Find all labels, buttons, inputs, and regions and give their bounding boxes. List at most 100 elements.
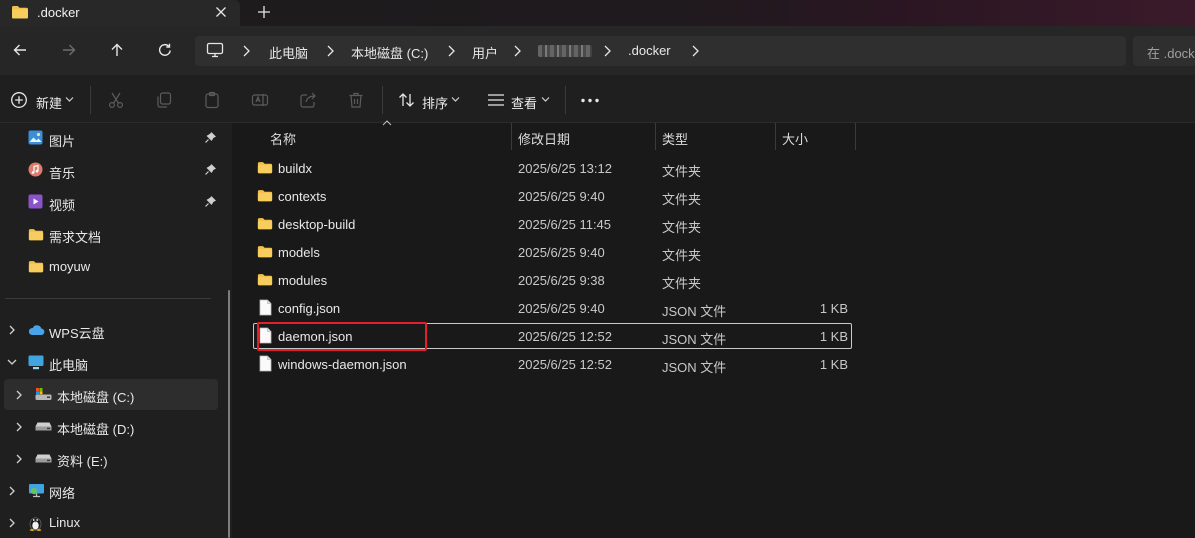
forward-button[interactable] [55,36,83,64]
search-placeholder: 在 .dock [1147,46,1195,61]
toolbar-divider [565,86,566,114]
music-icon [28,162,43,177]
chevron-right-icon[interactable] [7,517,17,529]
sidebar-item-requirements-docs[interactable]: 需求文档 [49,227,101,246]
folder-icon [11,5,29,19]
arrow-up-icon [109,42,125,58]
sidebar-item-data-e[interactable]: 资料 (E:) [57,451,108,470]
file-date: 2025/6/25 11:45 [518,217,612,232]
more-options-icon[interactable] [580,98,600,103]
pin-icon[interactable] [204,196,216,208]
column-header-type[interactable]: 类型 [662,129,688,148]
rename-icon[interactable] [251,91,269,109]
sidebar-item-linux[interactable]: Linux [49,515,80,530]
file-date: 2025/6/25 12:52 [518,329,612,344]
arrow-right-icon [61,42,77,58]
sidebar-item-local-disk-c[interactable]: 本地磁盘 (C:) [57,387,134,406]
new-tab-icon[interactable] [256,4,272,20]
column-header-modified[interactable]: 修改日期 [518,129,570,148]
column-divider[interactable] [775,123,776,150]
tab-docker[interactable] [0,0,240,26]
view-list-icon [487,93,505,107]
column-header-name[interactable]: 名称 [270,129,296,148]
copy-icon[interactable] [155,91,173,109]
sidebar-item-pictures[interactable]: 图片 [49,131,75,150]
breadcrumb-username-redacted[interactable] [538,45,592,57]
chevron-right-icon[interactable] [445,44,457,58]
column-header-size[interactable]: 大小 [782,129,808,148]
file-name[interactable]: buildx [278,161,312,176]
chevron-down-icon[interactable] [541,96,550,103]
view-button[interactable]: 查看 [511,93,537,112]
pin-icon[interactable] [204,164,216,176]
chevron-right-icon[interactable] [324,44,336,58]
chevron-down-icon[interactable] [451,96,460,103]
column-divider[interactable] [855,123,856,150]
back-button[interactable] [6,36,34,64]
file-type: 文件夹 [662,276,702,291]
file-name[interactable]: windows-daemon.json [278,357,407,372]
breadcrumb-docker[interactable]: .docker [628,43,671,58]
file-name[interactable]: models [278,245,320,260]
chevron-right-icon[interactable] [689,44,701,58]
refresh-icon [157,42,173,58]
plus-circle-icon [10,91,28,109]
sort-button[interactable]: 排序 [422,93,448,112]
sidebar-item-network[interactable]: 网络 [49,483,75,502]
sidebar-item-videos[interactable]: 视频 [49,195,75,214]
paste-icon[interactable] [203,91,221,109]
chevron-right-icon[interactable] [14,421,24,433]
breadcrumb-this-pc[interactable]: 此电脑 [269,43,308,62]
sidebar-item-local-disk-d[interactable]: 本地磁盘 (D:) [57,419,134,438]
file-date: 2025/6/25 9:40 [518,301,605,316]
file-name[interactable]: modules [278,273,327,288]
sort-icon [398,92,416,108]
file-type: JSON 文件 [662,332,727,347]
file-name[interactable]: contexts [278,189,326,204]
cloud-icon [28,324,45,336]
close-tab-icon[interactable] [213,4,229,20]
videos-icon [28,194,43,209]
chevron-down-icon[interactable] [65,96,74,103]
pin-icon[interactable] [204,132,216,144]
sidebar-item-music[interactable]: 音乐 [49,163,75,182]
chevron-right-icon[interactable] [14,389,24,401]
cut-icon[interactable] [107,91,125,109]
sidebar-item-wps-cloud[interactable]: WPS云盘 [49,323,105,342]
new-button[interactable]: 新建 [36,93,62,112]
chevron-down-icon[interactable] [6,357,18,367]
file-size: 1 KB [819,329,848,344]
arrow-left-icon [12,42,28,58]
chevron-right-icon[interactable] [7,485,17,497]
file-name[interactable]: desktop-build [278,217,355,232]
share-icon[interactable] [299,91,317,109]
file-icon [259,355,272,372]
file-type: JSON 文件 [662,304,727,319]
toolbar-divider [382,86,383,114]
breadcrumb-users[interactable]: 用户 [472,43,498,62]
file-type: 文件夹 [662,192,702,207]
column-divider[interactable] [511,123,512,150]
network-icon [28,483,45,498]
toolbar-divider [90,86,91,114]
refresh-button[interactable] [151,36,179,64]
up-button[interactable] [103,36,131,64]
folder-icon [28,260,44,273]
column-divider[interactable] [655,123,656,150]
sidebar-item-moyuw[interactable]: moyuw [49,259,90,274]
tab-title: .docker [37,5,80,20]
linux-icon [28,515,43,531]
annotation-highlight-box [257,322,427,351]
folder-icon [257,189,273,202]
sidebar-scrollbar[interactable] [228,290,230,538]
file-name[interactable]: config.json [278,301,340,316]
chevron-right-icon[interactable] [601,44,613,58]
breadcrumb-local-disk-c[interactable]: 本地磁盘 (C:) [351,43,428,62]
delete-icon[interactable] [347,91,365,109]
chevron-right-icon[interactable] [511,44,523,58]
chevron-right-icon[interactable] [240,44,252,58]
sidebar-item-this-pc[interactable]: 此电脑 [49,355,88,374]
chevron-right-icon[interactable] [7,324,17,336]
chevron-right-icon[interactable] [14,453,24,465]
file-type: 文件夹 [662,248,702,263]
